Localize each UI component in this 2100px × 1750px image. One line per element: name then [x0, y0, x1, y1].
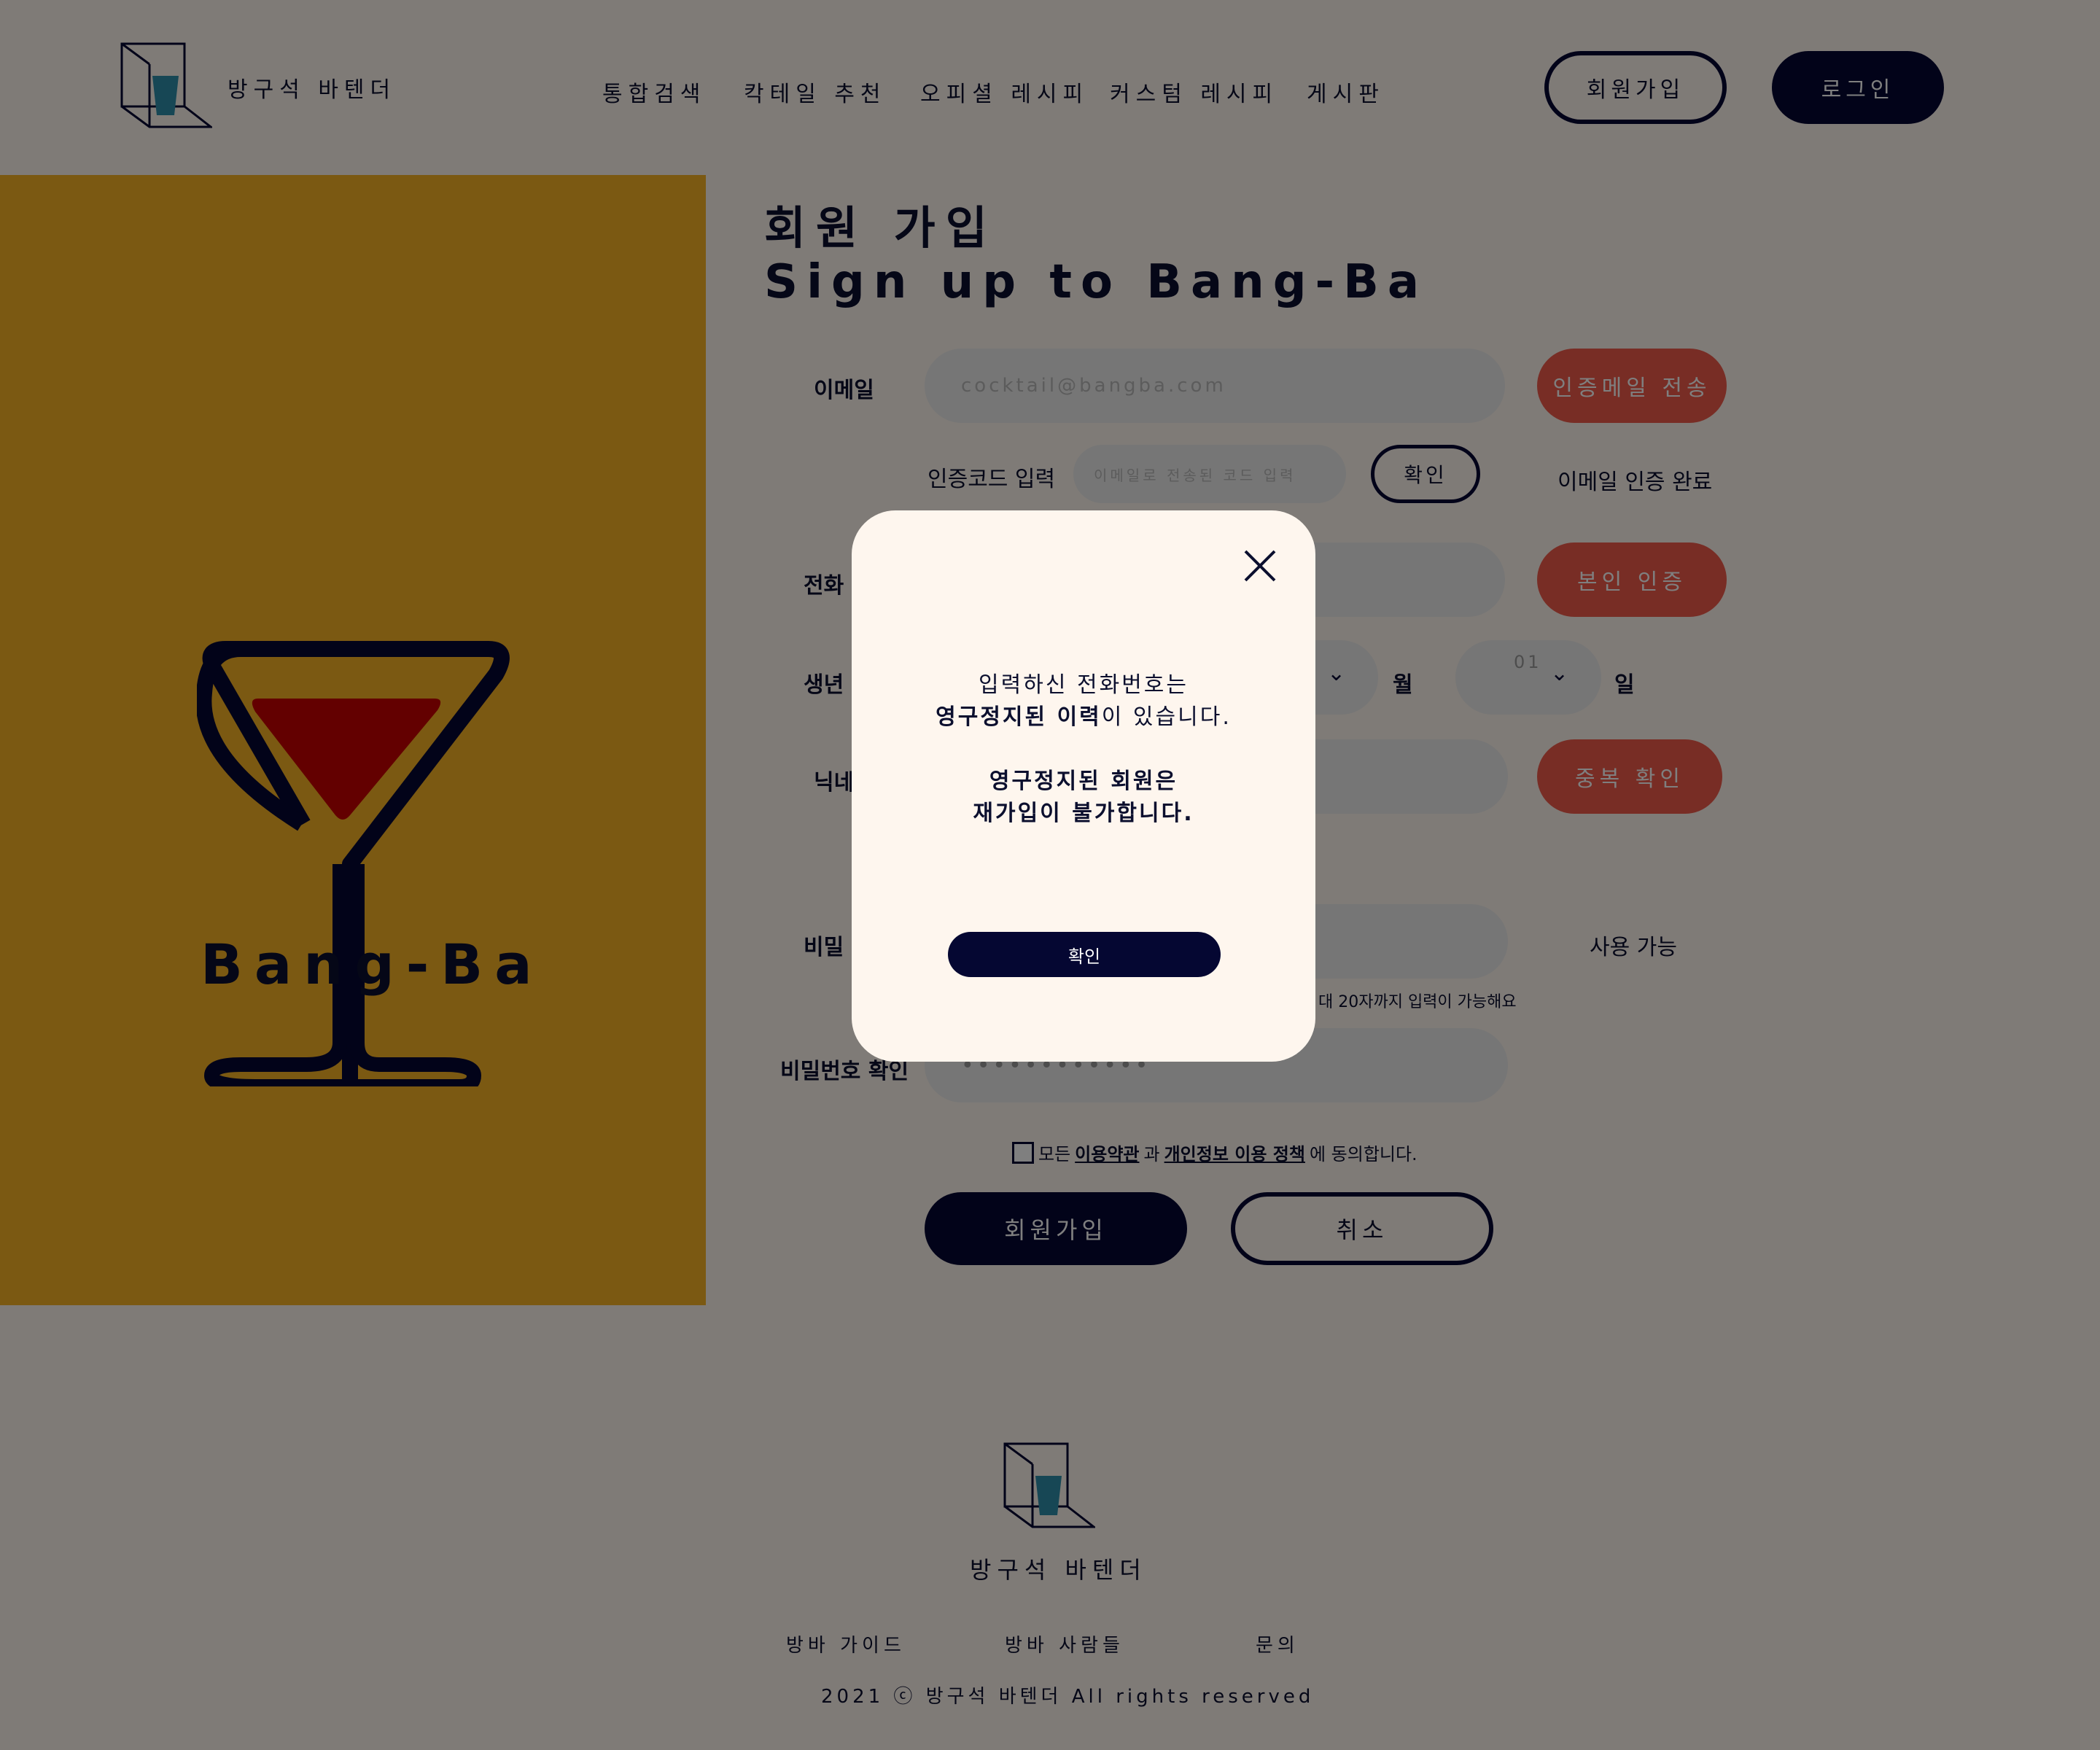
modal-line2-bold: 영구정지된 이력 — [936, 704, 1102, 730]
modal-message: 입력하신 전화번호는 영구정지된 이력이 있습니다. 영구정지된 회원은 재가입… — [852, 669, 1315, 830]
close-icon[interactable] — [1238, 544, 1282, 588]
modal-line1: 입력하신 전화번호는 — [979, 672, 1189, 698]
alert-modal: 입력하신 전화번호는 영구정지된 이력이 있습니다. 영구정지된 회원은 재가입… — [852, 510, 1315, 1062]
modal-line4: 재가입이 불가합니다. — [973, 801, 1194, 826]
modal-line2-rest: 이 있습니다. — [1101, 704, 1232, 730]
modal-ok-button[interactable]: 확인 — [948, 932, 1221, 977]
modal-line3: 영구정지된 회원은 — [989, 769, 1178, 794]
